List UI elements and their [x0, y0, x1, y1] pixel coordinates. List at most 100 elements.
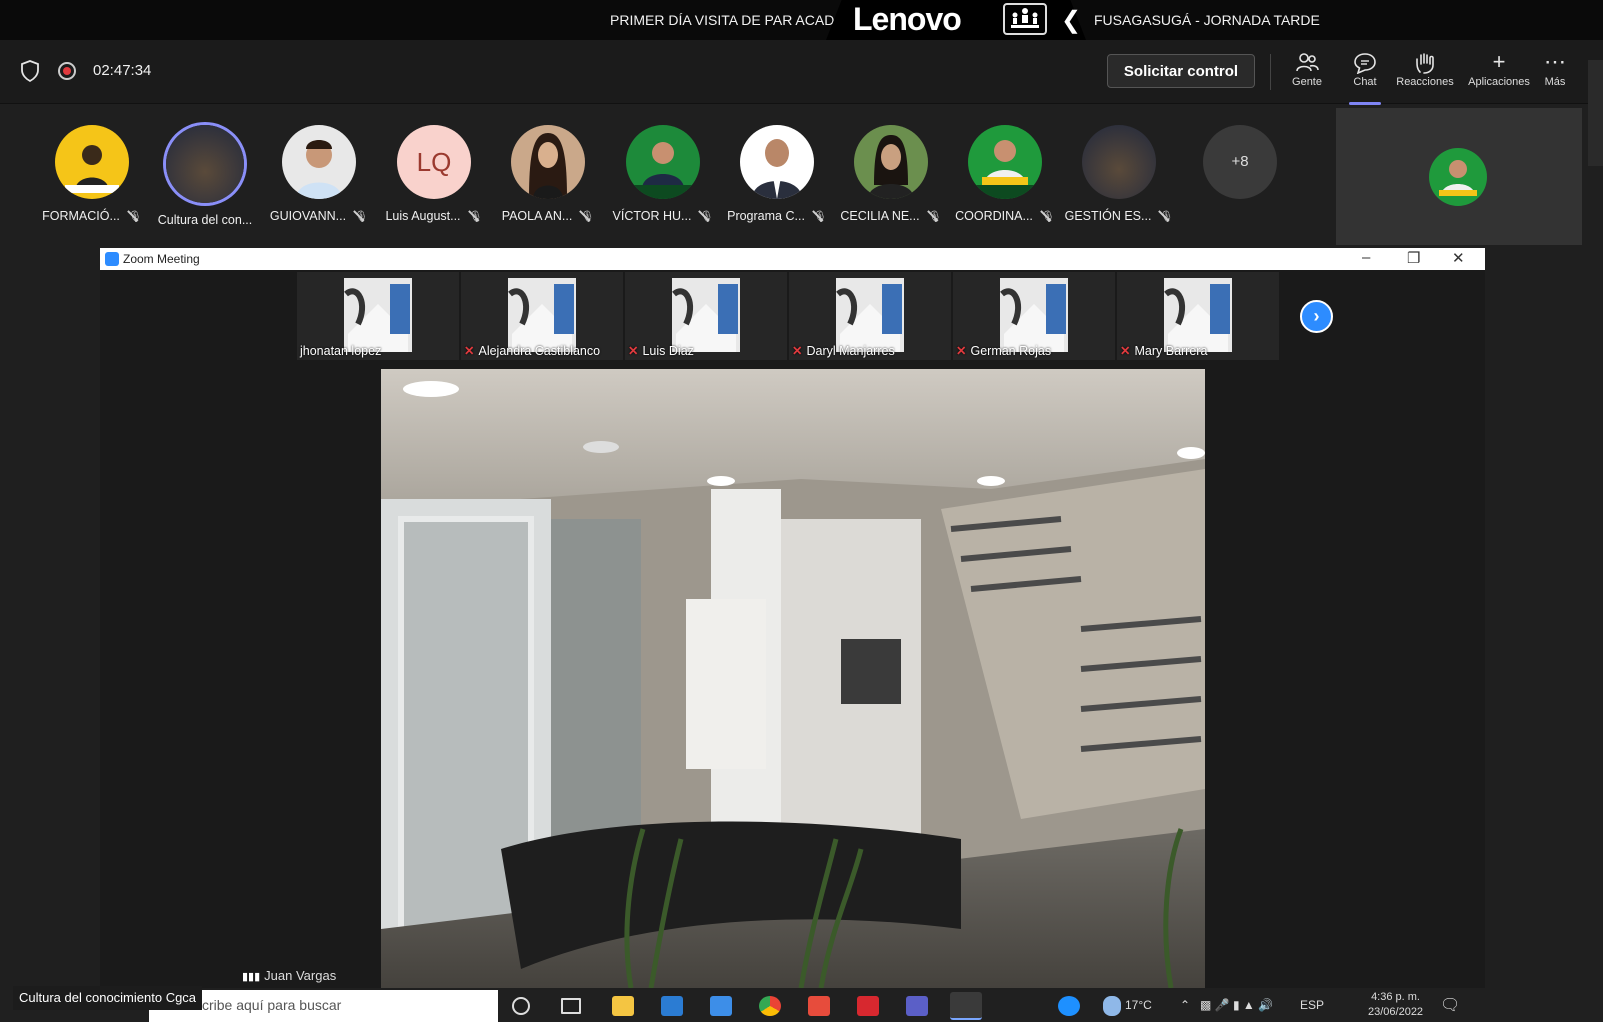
chevron-left-icon[interactable]: ❮: [1061, 6, 1081, 35]
cortana-icon[interactable]: [512, 997, 530, 1015]
thumbnail-name: ✕ German Rojas: [956, 344, 1052, 358]
participant-name: Programa C...: [727, 209, 805, 223]
clock[interactable]: 4:36 p. m. 23/06/2022: [1368, 990, 1423, 1020]
task-view-icon[interactable]: [561, 998, 581, 1014]
shield-icon[interactable]: [20, 60, 40, 82]
tray-chevron-icon[interactable]: ⌃: [1180, 998, 1190, 1012]
participant-tile[interactable]: GUIOVANN... 🎙: [264, 125, 374, 223]
signal-icon: ▮▮▮: [242, 971, 261, 983]
zoom-taskbar-icon[interactable]: [950, 992, 982, 1020]
participant-tile[interactable]: CECILIA NE... 🎙: [836, 125, 946, 223]
mic-muted-icon: ✕: [628, 344, 639, 358]
lobby-scene-image: [381, 369, 1205, 988]
main-video: [381, 369, 1205, 988]
avatar: [1082, 125, 1156, 199]
avatar: [968, 125, 1042, 199]
mail-icon[interactable]: [710, 996, 732, 1016]
share-screen-icon[interactable]: [1003, 3, 1047, 35]
request-control-button[interactable]: Solicitar control: [1107, 54, 1255, 88]
more-button[interactable]: ⋯ Más: [1530, 48, 1580, 88]
windows-taskbar: scribe aquí para buscar Cultura del cono…: [0, 986, 1603, 1022]
more-participants-button[interactable]: +8: [1203, 125, 1277, 199]
title-right-text: FUSAGASUGÁ - JORNADA TARDE: [1094, 12, 1320, 28]
mic-off-icon: 🎙: [468, 210, 483, 223]
presentation-title-bar: PRIMER DÍA VISITA DE PAR ACAD Lenovo ❮ F…: [0, 0, 1603, 40]
scroll-strip: [1588, 60, 1603, 166]
language-indicator[interactable]: ESP: [1300, 998, 1324, 1012]
mic-muted-icon: ✕: [464, 344, 475, 358]
participant-tile[interactable]: COORDINA... 🎙: [950, 125, 1060, 223]
participants-row: FORMACIÓ... 🎙 Cultura del con... GUIOVANN…: [0, 105, 1330, 245]
zoom-window: Zoom Meeting – ❐ ✕ jhonatan lopez ✕ Aleja…: [100, 248, 1485, 988]
participant-tile[interactable]: FORMACIÓ... 🎙: [37, 125, 147, 223]
participant-name: VÍCTOR HU...: [612, 209, 692, 223]
reactions-button[interactable]: Reacciones: [1390, 48, 1460, 88]
raise-hand-icon: [1390, 48, 1460, 76]
participant-name: GESTIÓN ES...: [1064, 209, 1152, 223]
avatar: [511, 125, 585, 199]
mic-off-icon: 🎙: [1040, 210, 1055, 223]
temperature: 17°C: [1125, 998, 1152, 1012]
avatar: [282, 125, 356, 199]
teams-icon[interactable]: [906, 996, 928, 1016]
restore-icon[interactable]: ❐: [1407, 249, 1420, 267]
file-explorer-icon[interactable]: [612, 996, 634, 1016]
video-thumbnails: jhonatan lopez ✕ Alejandra Castiblanco ✕ L…: [297, 272, 1287, 360]
mic-off-icon: 🎙: [812, 210, 827, 223]
notifications-icon[interactable]: 🗨: [1440, 995, 1460, 1015]
chat-label: Chat: [1353, 76, 1377, 88]
tray-icons[interactable]: ▩ 🎤 ▮ ▲ 🔊: [1200, 998, 1273, 1012]
more-label: Más: [1544, 76, 1566, 88]
video-thumbnail[interactable]: ✕ Alejandra Castiblanco: [461, 272, 623, 360]
participant-tile[interactable]: LQ Luis August... 🎙: [379, 125, 489, 223]
avatar: [740, 125, 814, 199]
zoom-title-bar: Zoom Meeting – ❐ ✕: [100, 248, 1485, 270]
video-thumbnail[interactable]: ✕ Mary Barrera: [1117, 272, 1279, 360]
apps-button[interactable]: + Aplicaciones: [1461, 48, 1537, 88]
video-thumbnail[interactable]: ✕ German Rojas: [953, 272, 1115, 360]
meeting-timer: 02:47:34: [93, 62, 152, 79]
participant-name: FORMACIÓ...: [42, 209, 120, 223]
window-hover-label: Cultura del conocimiento Cgca: [13, 986, 203, 1010]
store-icon[interactable]: [661, 996, 683, 1016]
mic-muted-icon: ✕: [792, 344, 803, 358]
mic-off-icon: 🎙: [580, 210, 595, 223]
mic-off-icon: 🎙: [699, 210, 714, 223]
chrome-icon[interactable]: [759, 996, 781, 1016]
clock-date: 23/06/2022: [1368, 1006, 1424, 1018]
help-icon[interactable]: [1058, 996, 1080, 1016]
title-left-text: PRIMER DÍA VISITA DE PAR ACAD: [610, 12, 835, 28]
close-icon[interactable]: ✕: [1452, 249, 1465, 267]
video-thumbnail[interactable]: ✕ Daryl Manjarres: [789, 272, 951, 360]
avatar: [55, 125, 129, 199]
avatar: [626, 125, 700, 199]
weather-icon: [1103, 996, 1121, 1016]
video-thumbnail[interactable]: jhonatan lopez: [297, 272, 459, 360]
thumbnail-name: jhonatan lopez: [300, 344, 382, 358]
self-avatar: [1429, 148, 1487, 206]
next-page-button[interactable]: ›: [1300, 300, 1333, 333]
people-label: Gente: [1292, 76, 1322, 88]
thumbnail-name: ✕ Luis Diaz: [628, 344, 694, 358]
avatar: [854, 125, 928, 199]
plus-icon: +: [1492, 49, 1506, 74]
apps-label: Aplicaciones: [1468, 76, 1530, 88]
participant-tile[interactable]: GESTIÓN ES... 🎙: [1064, 125, 1174, 223]
mic-off-icon: 🎙: [354, 210, 369, 223]
participant-tile[interactable]: Programa C... 🎙: [722, 125, 832, 223]
acrobat-icon[interactable]: [857, 996, 879, 1016]
zoom-window-title: Zoom Meeting: [123, 252, 200, 266]
zoom-logo-icon: [105, 252, 119, 266]
video-thumbnail[interactable]: ✕ Luis Diaz: [625, 272, 787, 360]
reactions-label: Reacciones: [1396, 76, 1454, 88]
clock-time: 4:36 p. m.: [1371, 991, 1420, 1003]
participant-name: COORDINA...: [955, 209, 1033, 223]
anydesk-icon[interactable]: [808, 996, 830, 1016]
header-divider: [1270, 54, 1271, 90]
participant-tile[interactable]: PAOLA AN... 🎙: [493, 125, 603, 223]
more-icon: ⋯: [1544, 49, 1566, 74]
self-view: [1336, 108, 1582, 245]
participant-tile[interactable]: VÍCTOR HU... 🎙: [608, 125, 718, 223]
minimize-icon[interactable]: –: [1362, 249, 1370, 266]
participant-tile[interactable]: Cultura del con...: [150, 125, 260, 227]
